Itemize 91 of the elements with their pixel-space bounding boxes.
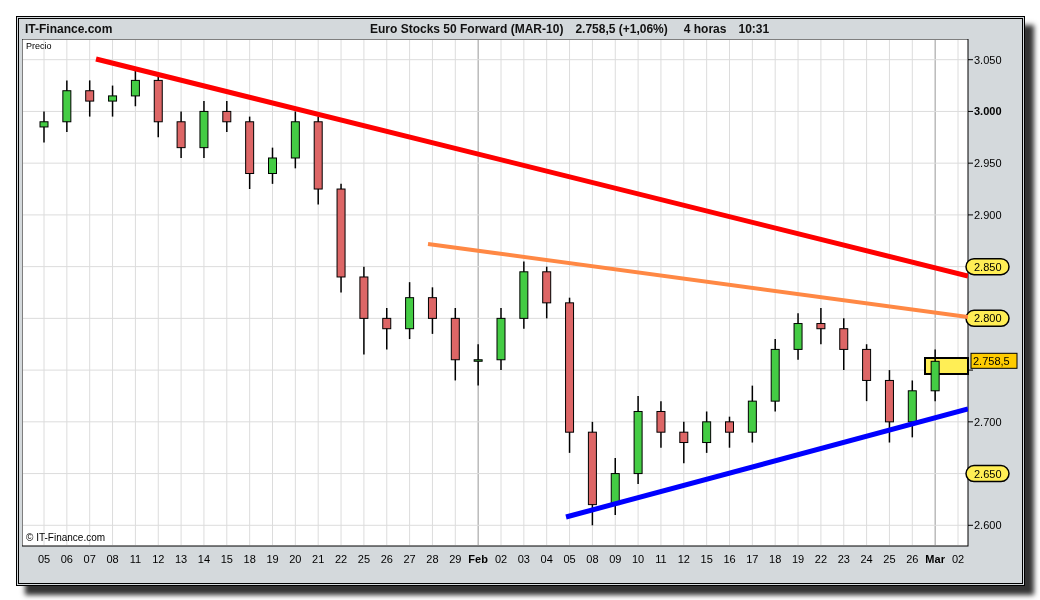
date-axis-label: 15 [220, 553, 233, 565]
date-axis-label: 24 [860, 553, 873, 565]
date-axis-label: 20 [289, 553, 302, 565]
candle [290, 110, 300, 170]
candle [199, 100, 209, 159]
candle [793, 312, 803, 361]
candle [382, 307, 392, 351]
candle [176, 110, 186, 159]
date-axis-label: 25 [883, 553, 896, 565]
price-level-marker [965, 257, 1010, 276]
price-level-marker [965, 309, 1010, 328]
date-axis-label: 26 [906, 553, 919, 565]
date-axis-label: 04 [540, 553, 553, 565]
date-axis-label: 13 [175, 553, 188, 565]
candle [702, 410, 712, 454]
date-axis-label: 08 [586, 553, 599, 565]
price-axis-label: 3.050 [974, 53, 1002, 66]
date-axis-label: 18 [243, 553, 256, 565]
date-axis-label: 06 [60, 553, 73, 565]
candle [862, 343, 872, 402]
price-axis-label: 2.700 [974, 415, 1002, 428]
candle [222, 100, 232, 133]
instrument-title: Euro Stocks 50 Forward (MAR-10) [370, 22, 564, 36]
date-axis-label: 02 [494, 553, 508, 565]
date-axis-label: 05 [563, 553, 576, 565]
candle [930, 348, 940, 402]
site-name: IT-Finance.com [24, 22, 114, 36]
date-axis-label: 21 [312, 553, 325, 565]
candle [542, 265, 552, 320]
date-axis-label: 29 [449, 553, 462, 565]
interval-label: 4 horas [683, 22, 727, 36]
price-axis-label: 2.600 [974, 519, 1002, 532]
candle [907, 379, 917, 439]
date-axis-label: 17 [746, 553, 759, 565]
date-axis-label: Feb [468, 553, 488, 565]
date-axis-label: 08 [106, 553, 119, 565]
panel-label: Precio [26, 41, 52, 51]
candle [130, 69, 140, 107]
candle [610, 457, 620, 516]
price-axis-label: 2.800 [974, 312, 1002, 325]
date-axis-label: 15 [700, 553, 713, 565]
current-price-tag: 2.758,5 [970, 352, 1018, 369]
date-axis-label: Mar [925, 553, 945, 565]
candle [39, 110, 49, 144]
candle [473, 343, 483, 387]
date-axis-label: 18 [769, 553, 782, 565]
price-axis-label: 2.900 [974, 208, 1002, 221]
price-axis-label: 3.000 [974, 105, 1002, 118]
copyright-text: © IT-Finance.com [26, 532, 106, 543]
price-axis-label: 2.850 [974, 260, 1002, 273]
candle [405, 281, 415, 340]
price-quote: 2.758,5 (+1,06%) [575, 22, 668, 36]
date-axis-label: 05 [37, 553, 51, 565]
price-axis-label: 2.650 [974, 467, 1002, 480]
time-label: 10:31 [738, 22, 770, 36]
candle [153, 74, 163, 139]
date-axis-label: 22 [334, 553, 348, 565]
date-axis-label: 22 [814, 553, 828, 565]
date-axis-label: 23 [837, 553, 850, 565]
price-axis-label: 2.950 [974, 157, 1002, 170]
candle [816, 307, 826, 345]
candle [85, 79, 95, 118]
candle [108, 84, 118, 118]
date-axis-label: 09 [609, 553, 622, 565]
date-axis-label: 19 [791, 553, 805, 565]
date-axis-label: 19 [266, 553, 279, 565]
date-axis-label: 12 [152, 553, 165, 565]
date-axis-label: 14 [197, 553, 211, 565]
date-axis-label: 26 [380, 553, 393, 565]
price-level-marker [965, 464, 1010, 483]
date-axis-label: 10 [631, 553, 645, 565]
candle [268, 146, 277, 185]
date-axis-label: 27 [403, 553, 416, 565]
date-axis-label: 12 [677, 553, 690, 565]
date-axis-label: 03 [517, 553, 530, 565]
candle [679, 421, 689, 464]
date-axis-label: 07 [83, 553, 96, 565]
candle [747, 384, 757, 444]
date-axis-label: 11 [129, 553, 142, 565]
date-axis-label: 28 [426, 553, 439, 565]
candle [656, 400, 666, 449]
candle [62, 79, 72, 133]
candle [496, 307, 506, 371]
candle [519, 260, 529, 330]
candle [839, 317, 849, 371]
date-axis-label: 25 [357, 553, 370, 565]
date-axis-label: 16 [723, 553, 736, 565]
date-axis-label: 02 [951, 553, 965, 565]
candle [725, 415, 734, 449]
date-axis-label: 11 [655, 553, 667, 565]
candle [427, 286, 437, 335]
